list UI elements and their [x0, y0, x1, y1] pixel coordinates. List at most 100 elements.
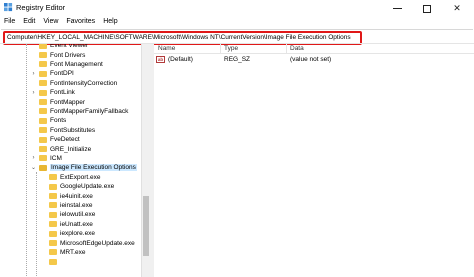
tree-item-label: iexplore.exe [60, 230, 96, 238]
tree-expander-icon[interactable]: ⌄ [30, 164, 37, 171]
menu-edit[interactable]: Edit [19, 17, 39, 29]
folder-icon [39, 44, 47, 49]
folder-icon [39, 99, 47, 106]
folder-icon [49, 240, 57, 247]
tree-item-label: FontSubstitutes [50, 126, 96, 134]
tree-item-selected[interactable]: ⌄ Image File Execution Options [30, 163, 137, 172]
tree-item-label: FontDPI [50, 70, 74, 78]
folder-icon [49, 174, 57, 181]
tree-item-label: ie4uinit.exe [60, 192, 93, 200]
tree-item[interactable]: FveDetect [30, 135, 80, 144]
tree-item[interactable]: iexplore.exe [40, 229, 95, 238]
main-content: Event Viewer Font Drivers Font Management ›… [0, 43, 474, 277]
tree-item[interactable]: ieUnatt.exe [40, 220, 93, 229]
maximize-button[interactable] [412, 0, 442, 17]
tree-item-label: MicrosoftEdgeUpdate.exe [60, 239, 135, 247]
tree-item-label: FontMapper [50, 98, 86, 106]
tree-item-label: ielowutil.exe [60, 211, 96, 219]
tree-expander-icon[interactable]: › [30, 90, 37, 96]
menu-view[interactable]: View [39, 17, 62, 29]
menu-favorites[interactable]: Favorites [62, 17, 99, 29]
folder-icon [49, 258, 57, 265]
tree-item[interactable]: ieinstal.exe [40, 201, 93, 210]
tree-item[interactable]: Font Management [30, 60, 103, 69]
column-data[interactable]: Data [290, 45, 304, 52]
tree-item-label: GRE_Initialize [50, 145, 92, 153]
tree-item-label: Font Management [50, 60, 103, 68]
folder-icon [39, 127, 47, 134]
tree-item-label: FontIntensityCorrection [50, 79, 118, 87]
value-data: (value not set) [290, 56, 332, 63]
tree-item-label: FontLink [50, 89, 75, 97]
tree-scrollbar[interactable] [141, 44, 150, 277]
folder-icon [39, 52, 47, 59]
tree-item-label: GoogleUpdate.exe [60, 183, 115, 191]
tree-expander-icon[interactable]: › [30, 71, 37, 77]
tree-item[interactable]: GoogleUpdate.exe [40, 182, 114, 191]
folder-icon [39, 155, 47, 162]
tree-item-label: ExtExport.exe [60, 173, 101, 181]
column-divider[interactable] [220, 44, 221, 54]
tree-item-label: ieinstal.exe [60, 201, 93, 209]
folder-icon [39, 164, 47, 171]
tree-item-label: FveDetect [50, 136, 80, 144]
tree-connector-line [26, 44, 27, 277]
tree-item-label: MRT.exe [60, 248, 86, 256]
tree-item[interactable] [40, 257, 60, 266]
list-header: Name Type Data [154, 44, 474, 54]
folder-icon [49, 230, 57, 237]
address-bar: Computer\HKEY_LOCAL_MACHINE\SOFTWARE\Mic… [1, 29, 473, 45]
folder-icon [49, 221, 57, 228]
tree-item-label: Fonts [50, 117, 67, 125]
tree-item[interactable]: ielowutil.exe [40, 210, 95, 219]
column-type[interactable]: Type [224, 45, 238, 52]
tree-item[interactable]: ie4uinit.exe [40, 191, 93, 200]
tree-item[interactable]: FontMapper [30, 97, 85, 106]
folder-icon [49, 202, 57, 209]
tree-item[interactable]: GRE_Initialize [30, 144, 91, 153]
folder-icon [39, 70, 47, 77]
minimize-icon [392, 8, 402, 9]
folder-icon [39, 136, 47, 143]
title-bar: Registry Editor ✕ [0, 0, 474, 17]
tree-item[interactable]: Fonts [30, 116, 66, 125]
tree-item[interactable]: › ICM [30, 154, 62, 163]
tree-item[interactable]: FontIntensityCorrection [30, 79, 117, 88]
tree-item[interactable]: Font Drivers [30, 50, 85, 59]
folder-icon [39, 117, 47, 124]
tree-item[interactable]: › FontLink [30, 88, 75, 97]
tree-item[interactable]: FontMapperFamilyFallback [30, 107, 128, 116]
folder-icon [39, 146, 47, 153]
menu-help[interactable]: Help [99, 17, 121, 29]
value-type: REG_SZ [224, 56, 251, 63]
close-button[interactable]: ✕ [442, 0, 472, 17]
folder-icon [49, 249, 57, 256]
tree-item-label: Image File Execution Options [50, 164, 137, 172]
table-row[interactable]: ab (Default) REG_SZ (value not set) [154, 55, 474, 65]
tree-scrollbar-thumb[interactable] [143, 196, 149, 256]
minimize-button[interactable] [382, 0, 412, 17]
tree-item[interactable]: MRT.exe [40, 248, 86, 257]
tree-item-label: FontMapperFamilyFallback [50, 107, 129, 115]
column-name[interactable]: Name [158, 45, 175, 52]
folder-icon [39, 108, 47, 115]
tree-item-label: Event Viewer [50, 44, 89, 50]
folder-icon [49, 193, 57, 200]
string-value-icon: ab [156, 56, 165, 63]
tree-item[interactable]: MicrosoftEdgeUpdate.exe [40, 238, 135, 247]
registry-tree: Event Viewer Font Drivers Font Management ›… [0, 44, 150, 277]
tree-connector-line [36, 172, 37, 277]
tree-item[interactable]: FontSubstitutes [30, 126, 95, 135]
menu-file[interactable]: File [0, 17, 19, 29]
close-icon: ✕ [453, 3, 461, 13]
menu-bar: File Edit View Favorites Help [0, 17, 474, 29]
tree-expander-icon[interactable]: › [30, 155, 37, 161]
tree-item[interactable]: ExtExport.exe [40, 173, 100, 182]
values-list: Name Type Data ab (Default) REG_SZ (valu… [154, 44, 474, 277]
tree-item-label: Font Drivers [50, 51, 86, 59]
tree-item-label: ICM [50, 154, 62, 162]
column-divider[interactable] [286, 44, 287, 54]
value-name: (Default) [168, 56, 193, 63]
registry-editor-icon [4, 3, 13, 12]
tree-item[interactable]: › FontDPI [30, 69, 74, 78]
